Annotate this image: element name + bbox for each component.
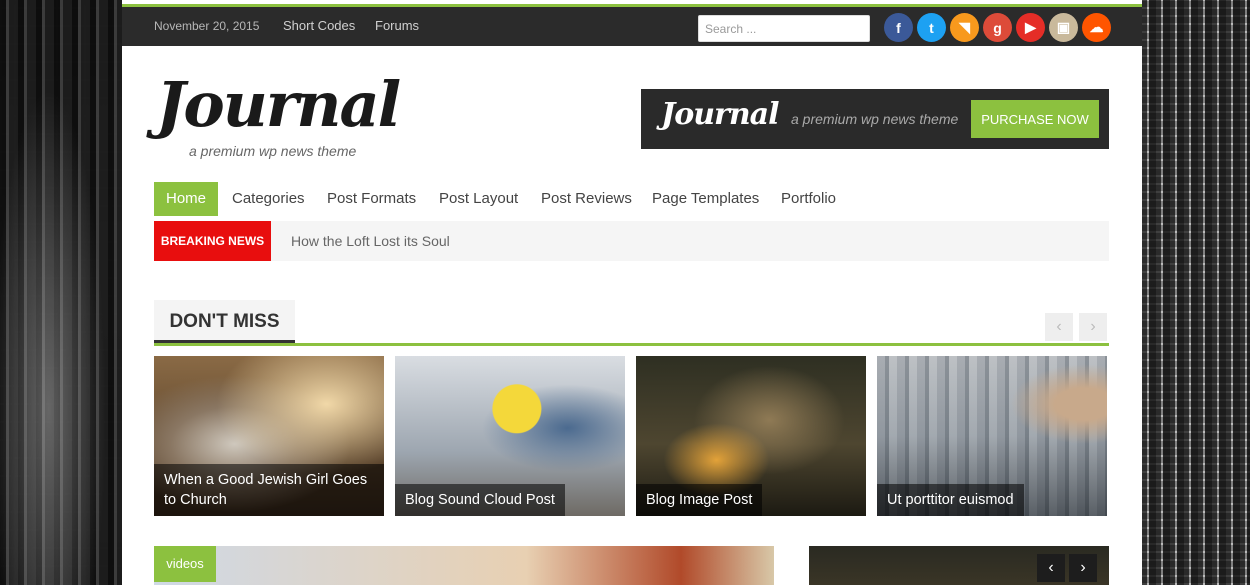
post-card[interactable]: When a Good Jewish Girl Goes to Church xyxy=(154,356,384,516)
nav-item-post-layout[interactable]: Post Layout xyxy=(439,182,518,216)
post-card-title[interactable]: When a Good Jewish Girl Goes to Church xyxy=(154,464,384,516)
breaking-news-bar: BREAKING NEWS How the Loft Lost its Soul xyxy=(154,221,1109,261)
chevron-right-icon[interactable]: › xyxy=(1079,313,1107,341)
nav-item-post-reviews[interactable]: Post Reviews xyxy=(541,182,632,216)
post-card[interactable]: Ut porttitor euismod xyxy=(877,356,1107,516)
video-feature-block[interactable]: videos xyxy=(154,546,774,585)
background-city-left xyxy=(0,0,122,585)
page-wrapper: November 20, 2015 Short Codes Forums f t… xyxy=(122,0,1142,585)
logo-tagline: a premium wp news theme xyxy=(189,143,357,159)
instagram-icon[interactable]: ▣ xyxy=(1049,13,1078,42)
search-input[interactable] xyxy=(698,15,870,42)
image-slider-block[interactable]: ‹ › xyxy=(809,546,1109,585)
post-card-title[interactable]: Ut porttitor euismod xyxy=(877,484,1024,516)
purchase-now-button[interactable]: PURCHASE NOW xyxy=(971,100,1099,138)
nav-item-portfolio[interactable]: Portfolio xyxy=(781,182,836,216)
soundcloud-icon[interactable]: ☁ xyxy=(1082,13,1111,42)
banner-tagline: a premium wp news theme xyxy=(791,111,959,127)
background-city-right xyxy=(1142,0,1250,585)
top-bar: November 20, 2015 Short Codes Forums f t… xyxy=(122,4,1142,46)
logo-wordmark: Journal xyxy=(156,68,401,141)
nav-item-page-templates[interactable]: Page Templates xyxy=(652,182,759,216)
banner-logo: Journal xyxy=(661,97,779,132)
breaking-news-label: BREAKING NEWS xyxy=(154,221,271,261)
top-link-forums[interactable]: Forums xyxy=(375,18,419,33)
post-card-title[interactable]: Blog Image Post xyxy=(636,484,763,516)
post-card[interactable]: Blog Sound Cloud Post xyxy=(395,356,625,516)
section-title: DON'T MISS xyxy=(154,300,295,343)
chevron-left-icon[interactable]: ‹ xyxy=(1037,554,1065,582)
site-logo[interactable]: Journal a premium wp news theme xyxy=(156,70,416,160)
breaking-news-headline[interactable]: How the Loft Lost its Soul xyxy=(291,233,450,249)
chevron-right-icon[interactable]: › xyxy=(1069,554,1097,582)
nav-item-categories[interactable]: Categories xyxy=(232,182,305,216)
post-card[interactable]: Blog Image Post xyxy=(636,356,866,516)
nav-item-post-formats[interactable]: Post Formats xyxy=(327,182,416,216)
nav-item-home[interactable]: Home xyxy=(154,182,219,216)
post-card-title[interactable]: Blog Sound Cloud Post xyxy=(395,484,565,516)
dont-miss-header: DON'T MISS ‹ › xyxy=(154,300,1109,346)
videos-category-tag[interactable]: videos xyxy=(154,546,216,582)
chevron-left-icon[interactable]: ‹ xyxy=(1045,313,1073,341)
facebook-icon[interactable]: f xyxy=(884,13,913,42)
twitter-icon[interactable]: t xyxy=(917,13,946,42)
rss-icon[interactable]: ◥ xyxy=(950,13,979,42)
google-plus-icon[interactable]: g xyxy=(983,13,1012,42)
top-link-short-codes[interactable]: Short Codes xyxy=(283,18,355,33)
current-date: November 20, 2015 xyxy=(154,19,260,33)
header-banner-ad[interactable]: Journal a premium wp news theme PURCHASE… xyxy=(641,89,1109,149)
youtube-icon[interactable]: ▶ xyxy=(1016,13,1045,42)
